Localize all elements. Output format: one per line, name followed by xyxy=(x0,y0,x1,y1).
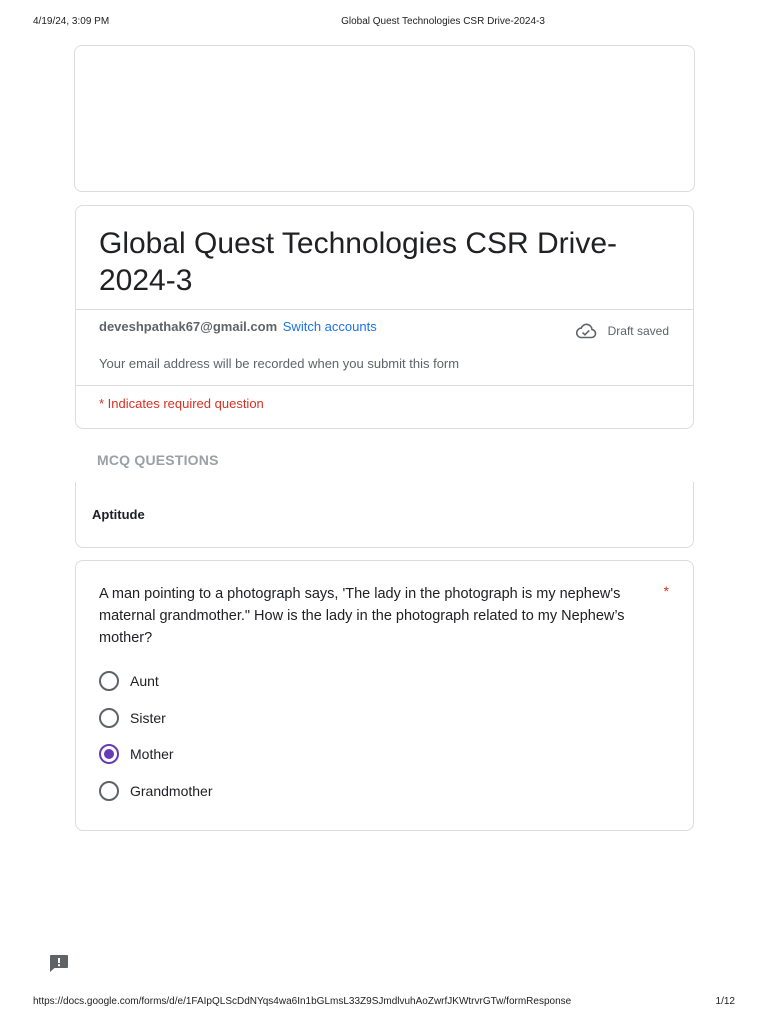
account-email: deveshpathak67@gmail.com xyxy=(99,319,278,334)
divider xyxy=(76,309,693,310)
option-label: Aunt xyxy=(130,673,159,689)
option-mother[interactable]: Mother xyxy=(99,743,174,765)
option-sister[interactable]: Sister xyxy=(99,707,166,729)
radio-button[interactable] xyxy=(99,708,119,728)
header-banner xyxy=(74,45,695,192)
draft-status: Draft saved xyxy=(574,322,669,340)
page-number: 1/12 xyxy=(715,996,735,1007)
feedback-icon[interactable] xyxy=(49,954,69,973)
option-aunt[interactable]: Aunt xyxy=(99,670,159,692)
option-label: Sister xyxy=(130,710,166,726)
radio-button-selected[interactable] xyxy=(99,744,119,764)
radio-button[interactable] xyxy=(99,781,119,801)
section-subtitle: Aptitude xyxy=(92,507,145,522)
switch-accounts-link[interactable]: Switch accounts xyxy=(283,319,377,334)
required-note: * Indicates required question xyxy=(99,396,264,411)
divider xyxy=(76,385,693,386)
form-header-card: Global Quest Technologies CSR Drive-2024… xyxy=(75,205,694,429)
radio-button[interactable] xyxy=(99,671,119,691)
form-title: Global Quest Technologies CSR Drive-2024… xyxy=(99,227,618,297)
account-row: deveshpathak67@gmail.com Switch accounts xyxy=(99,319,377,334)
option-label: Grandmother xyxy=(130,783,213,799)
option-label: Mother xyxy=(130,746,174,762)
page-url: https://docs.google.com/forms/d/e/1FAIpQ… xyxy=(33,996,572,1007)
print-header: 4/19/24, 3:09 PM Global Quest Technologi… xyxy=(0,16,768,30)
question-card: A man pointing to a photograph says, 'Th… xyxy=(75,560,694,831)
required-asterisk: * xyxy=(663,583,669,599)
cloud-check-icon xyxy=(575,323,596,339)
print-title: Global Quest Technologies CSR Drive-2024… xyxy=(341,16,545,27)
question-text: A man pointing to a photograph says, 'Th… xyxy=(99,586,625,646)
draft-status-label: Draft saved xyxy=(607,324,669,338)
email-collection-note: Your email address will be recorded when… xyxy=(99,356,460,371)
option-grandmother[interactable]: Grandmother xyxy=(99,780,212,802)
section-title: MCQ QUESTIONS xyxy=(97,452,219,468)
section-description-card: Aptitude xyxy=(75,482,694,548)
